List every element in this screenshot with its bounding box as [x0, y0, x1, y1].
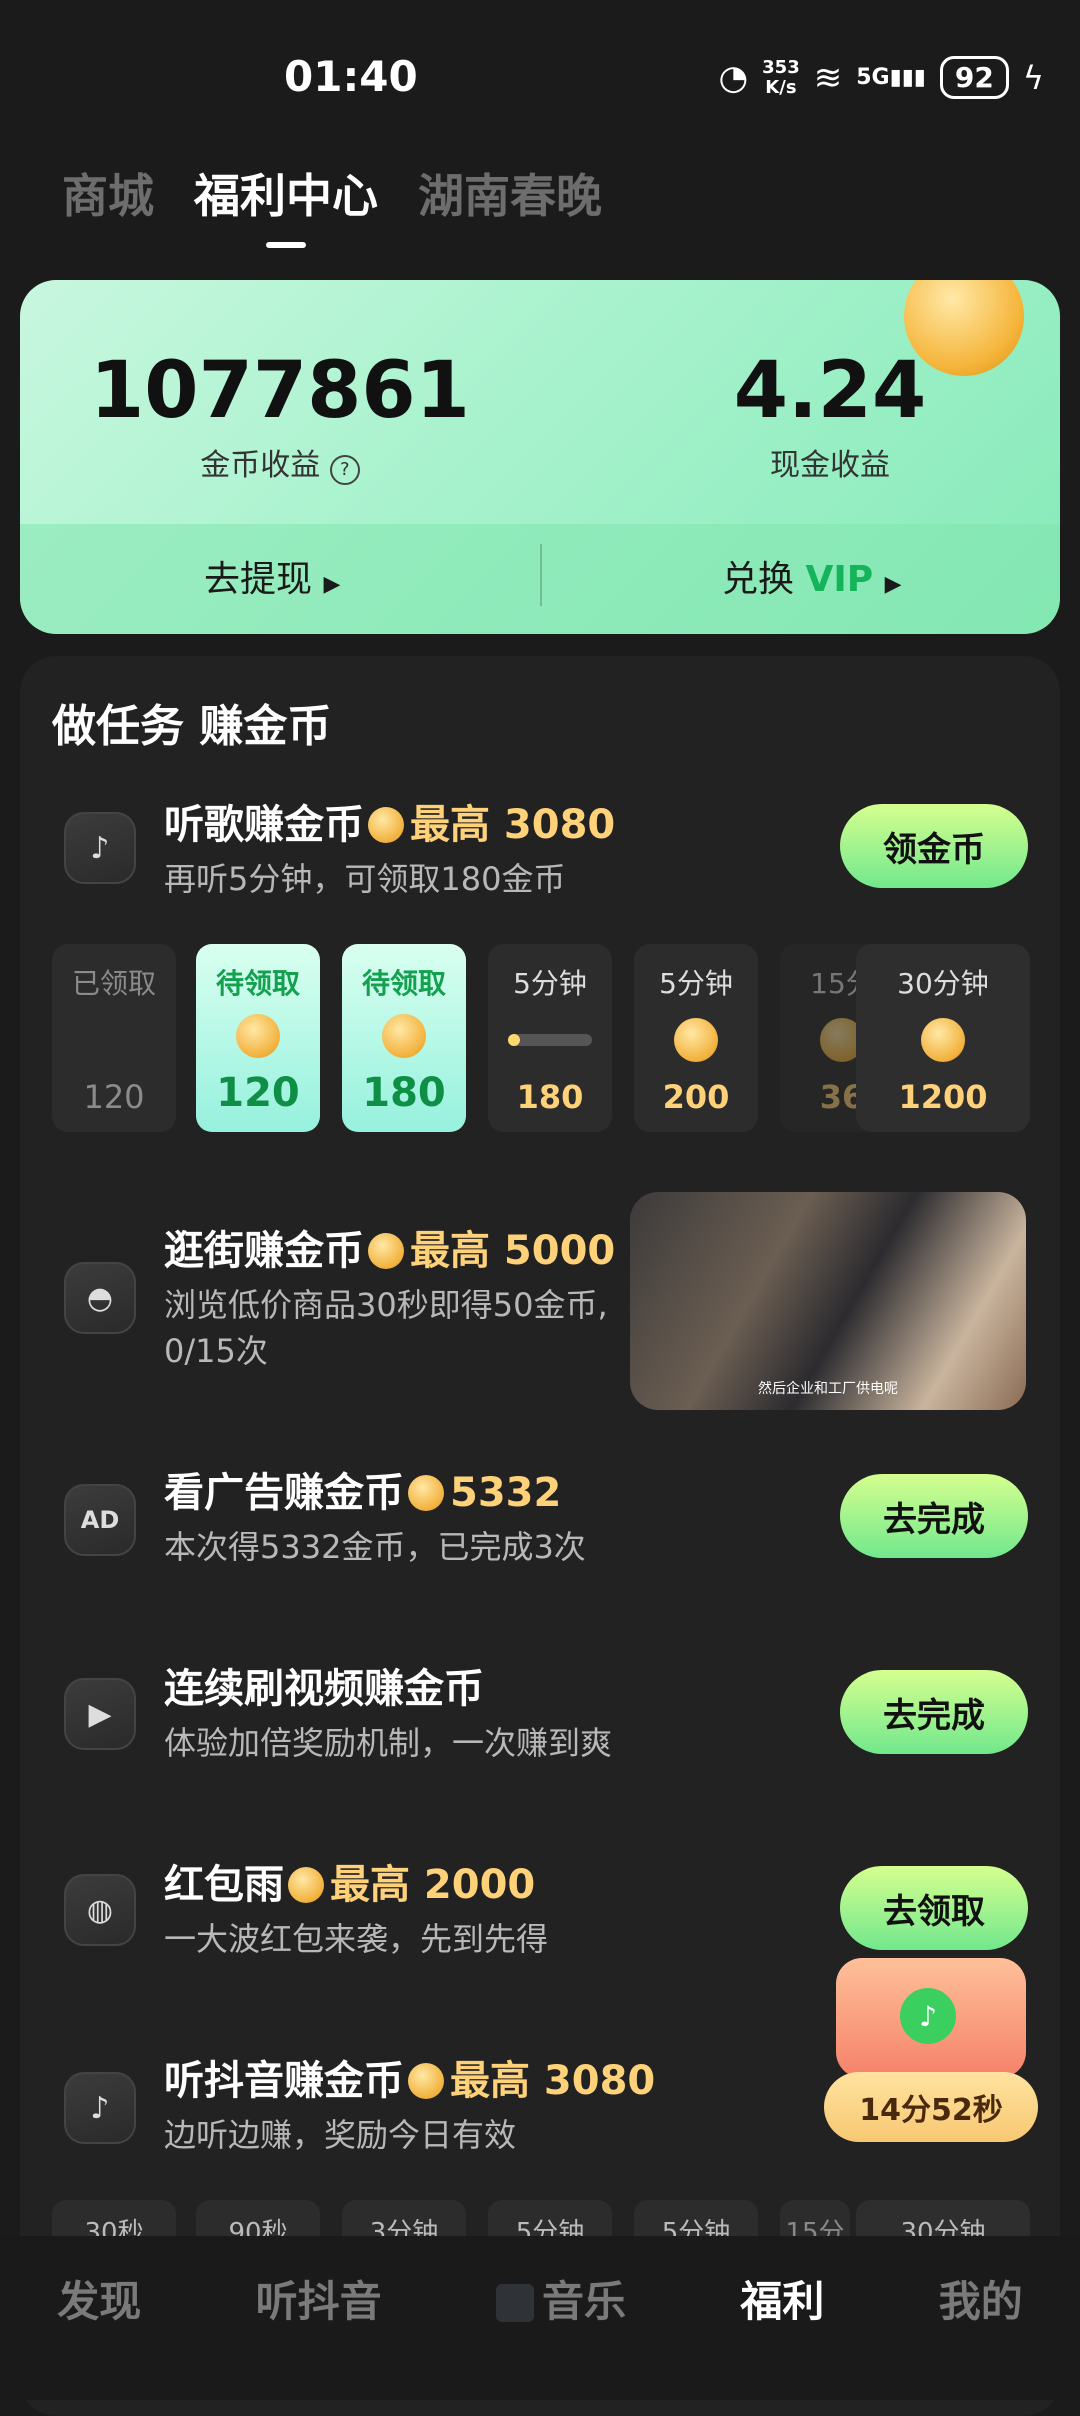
reward-tile-partial: 30分钟 [856, 2200, 1030, 2240]
wifi-icon: ≋ [813, 57, 843, 98]
charging-icon: ϟ [1022, 58, 1044, 97]
task-subtitle: 体验加倍奖励机制，一次赚到爽 [164, 1724, 613, 1762]
claim-coins-button[interactable]: 领金币 [840, 804, 1028, 888]
divider [540, 544, 542, 606]
nav-me[interactable]: 我的 [939, 2268, 1023, 2329]
progress-bar [508, 1034, 592, 1046]
coin-stack-icon [921, 1018, 965, 1062]
video-play-icon: ▶ [64, 1678, 136, 1750]
reward-tile-partial: 30秒 [52, 2200, 176, 2240]
reward-tile-partial: 5分钟 [634, 2200, 758, 2240]
task-title: 听抖音赚金币 最高 3080 [164, 2058, 656, 2104]
task-title: 逛街赚金币 最高 5000 [164, 1228, 616, 1274]
reward-tile[interactable]: 待领取 120 [196, 944, 320, 1132]
nav-discover[interactable]: 发现 [57, 2268, 141, 2329]
coin-earnings-label: 金币收益 ? [70, 440, 490, 485]
reward-tile: 5分钟 200 [634, 944, 758, 1132]
cash-earnings-label: 现金收益 [770, 448, 890, 483]
coin-earnings-value: 1077861 [90, 346, 470, 436]
task-title: 连续刷视频赚金币 [164, 1666, 484, 1712]
douyin-icon: ♪ [64, 2072, 136, 2144]
shopping-bag-icon: ◓ [64, 1262, 136, 1334]
nav-music[interactable]: 音乐 [495, 2268, 626, 2329]
speedometer-icon: ◔ [718, 57, 749, 98]
video-thumbnail[interactable]: 然后企业和工厂供电呢 [630, 1192, 1026, 1410]
coin-icon [382, 1014, 426, 1058]
battery-indicator: 92 [939, 56, 1009, 99]
network-speed: 353 K/s [762, 56, 800, 98]
task-title: 看广告赚金币 5332 [164, 1470, 562, 1516]
countdown-timer[interactable]: 14分52秒 [824, 2072, 1038, 2142]
cellular-icon: 5G▮▮▮ [856, 65, 926, 90]
red-envelope-icon: ◍ [64, 1874, 136, 1946]
reward-tile[interactable]: 待领取 180 [342, 944, 466, 1132]
status-icons: ◔ 353 K/s ≋ 5G▮▮▮ 92 ϟ [718, 56, 1044, 99]
album-art-icon [495, 2283, 534, 2322]
reward-tile-final: 30分钟 1200 [856, 944, 1030, 1132]
bottom-nav: 发现 听抖音 音乐 福利 我的 [0, 2236, 1080, 2400]
task-title: 红包雨 最高 2000 [164, 1862, 536, 1908]
reward-tile-partial: 90秒 [196, 2200, 320, 2240]
task-subtitle: 浏览低价商品30秒即得50金币, [164, 1286, 608, 1324]
task-progress: 0/15次 [164, 1332, 268, 1370]
reward-tile: 已领取 120 [52, 944, 176, 1132]
task-title: 听歌赚金币 最高 3080 [164, 802, 616, 848]
task-subtitle: 再听5分钟，可领取180金币 [164, 860, 566, 898]
tab-hunan-gala[interactable]: 湖南春晚 [418, 160, 602, 226]
task-subtitle: 本次得5332金币，已完成3次 [164, 1528, 586, 1566]
withdraw-link[interactable]: 去提现 ▶ [204, 550, 340, 602]
claim-red-envelope-button[interactable]: 去领取 [840, 1866, 1028, 1950]
coin-icon [236, 1014, 280, 1058]
nav-listen-douyin[interactable]: 听抖音 [256, 2268, 382, 2329]
complete-ad-button[interactable]: 去完成 [840, 1474, 1028, 1558]
nav-welfare[interactable]: 福利 [740, 2268, 824, 2329]
task-subtitle: 一大波红包来袭，先到先得 [164, 1920, 549, 1958]
ad-icon: AD [64, 1484, 136, 1556]
tab-welfare-center[interactable]: 福利中心 [194, 160, 378, 248]
complete-video-button[interactable]: 去完成 [840, 1670, 1028, 1754]
reward-tile-partial: 5分钟 [488, 2200, 612, 2240]
top-tabs: 商城 福利中心 湖南春晚 [62, 160, 602, 248]
coin-icon [368, 807, 404, 843]
cash-earnings-value: 4.24 [733, 346, 927, 436]
tab-mall[interactable]: 商城 [62, 160, 154, 226]
coin-icon [674, 1018, 718, 1062]
tasks-title: 做任务 赚金币 [52, 701, 332, 752]
help-icon[interactable]: ? [329, 455, 360, 485]
arrow-right-icon: ▶ [323, 572, 341, 597]
coin-icon [288, 1867, 324, 1903]
reward-tile: 5分钟 180 [488, 944, 612, 1132]
coin-icon [368, 1233, 404, 1269]
earnings-card: 1077861 金币收益 ? 4.24 现金收益 去提现 ▶ 兑换 VIP ▶ [20, 280, 1060, 634]
video-caption: 然后企业和工厂供电呢 [758, 1381, 898, 1397]
arrow-right-icon: ▶ [884, 572, 902, 597]
coin-icon [408, 1475, 444, 1511]
task-subtitle: 边听边赚，奖励今日有效 [164, 2116, 517, 2154]
reward-tile-partial: 15分 [780, 2200, 850, 2240]
exchange-vip-link[interactable]: 兑换 VIP ▶ [722, 550, 901, 602]
status-time: 01:40 [284, 52, 418, 101]
coin-icon [408, 2063, 444, 2099]
music-lock-icon: ♪ [900, 1988, 956, 2044]
reward-tile-partial: 3分钟 [342, 2200, 466, 2240]
music-note-icon: ♪ [64, 812, 136, 884]
